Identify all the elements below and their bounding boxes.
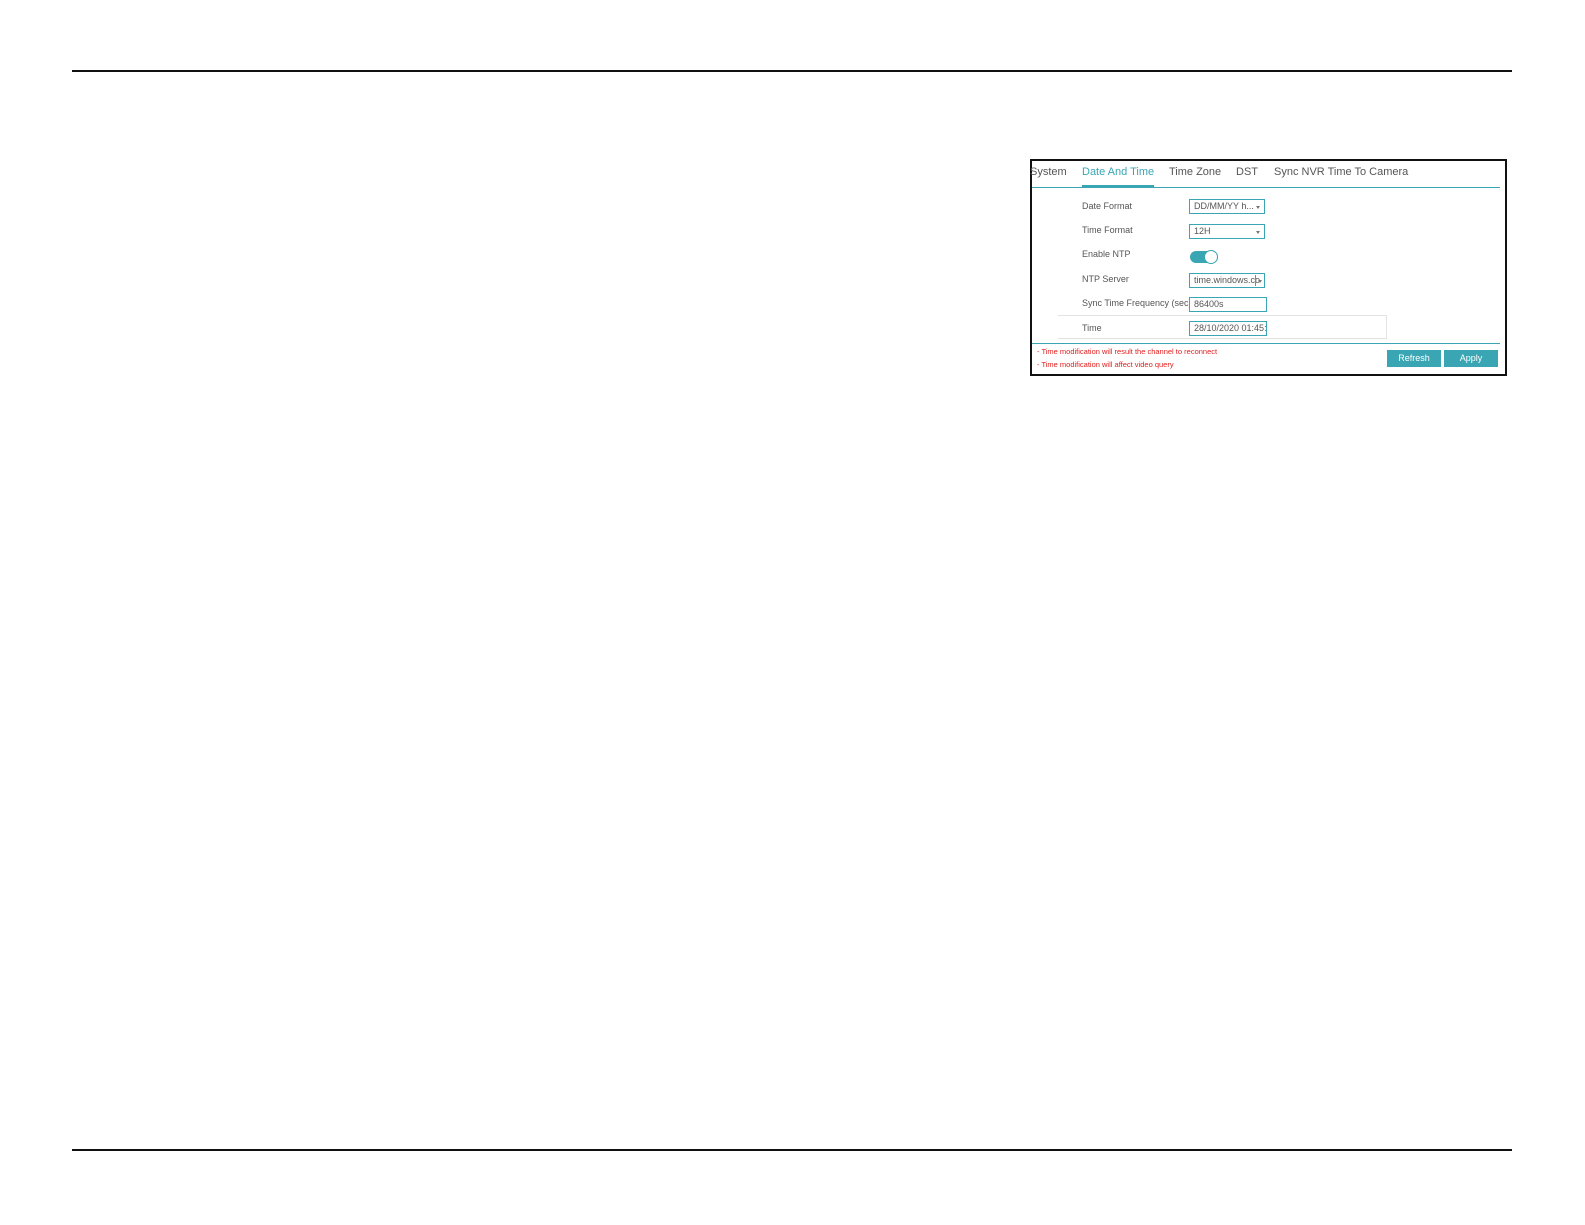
time-label: Time — [1082, 323, 1102, 333]
chevron-down-icon — [1256, 206, 1260, 209]
ntp-server-value: time.windows.co — [1194, 275, 1261, 285]
tab-time-zone[interactable]: Time Zone — [1169, 166, 1221, 178]
ntp-server-combobox[interactable]: time.windows.co — [1189, 273, 1265, 288]
tab-system[interactable]: System — [1030, 166, 1067, 178]
apply-button[interactable]: Apply — [1444, 350, 1498, 367]
sync-frequency-label: Sync Time Frequency (sec) — [1082, 298, 1192, 308]
combo-divider — [1255, 275, 1256, 286]
sync-frequency-input[interactable]: 86400s — [1189, 297, 1267, 312]
time-format-label: Time Format — [1082, 225, 1133, 235]
time-input[interactable]: 28/10/2020 01:45:0 — [1189, 321, 1267, 336]
tab-date-and-time[interactable]: Date And Time — [1082, 166, 1155, 187]
enable-ntp-toggle[interactable] — [1190, 250, 1218, 264]
date-time-settings-panel: System Date And Time Time Zone DST Sync … — [1030, 159, 1507, 376]
date-format-select[interactable]: DD/MM/YY h... — [1189, 199, 1265, 214]
chevron-down-icon — [1256, 231, 1260, 234]
date-format-value: DD/MM/YY h... — [1194, 201, 1254, 211]
refresh-button[interactable]: Refresh — [1387, 350, 1441, 367]
footer-divider — [1032, 343, 1500, 344]
tab-dst[interactable]: DST — [1236, 166, 1258, 178]
time-format-select[interactable]: 12H — [1189, 224, 1265, 239]
tab-sync-nvr-time-to-camera[interactable]: Sync NVR Time To Camera — [1274, 166, 1408, 178]
enable-ntp-label: Enable NTP — [1082, 249, 1131, 259]
settings-tabs: System Date And Time Time Zone DST Sync … — [1030, 161, 1500, 188]
time-format-value: 12H — [1194, 226, 1211, 236]
page-bottom-rule — [72, 1149, 1512, 1151]
ntp-server-label: NTP Server — [1082, 274, 1129, 284]
page-top-rule — [72, 70, 1512, 72]
date-format-label: Date Format — [1082, 201, 1133, 211]
notice-video-query: - Time modification will affect video qu… — [1037, 360, 1174, 369]
chevron-down-icon[interactable] — [1258, 280, 1262, 283]
toggle-knob — [1204, 250, 1218, 264]
notice-reconnect: - Time modification will result the chan… — [1037, 347, 1218, 356]
